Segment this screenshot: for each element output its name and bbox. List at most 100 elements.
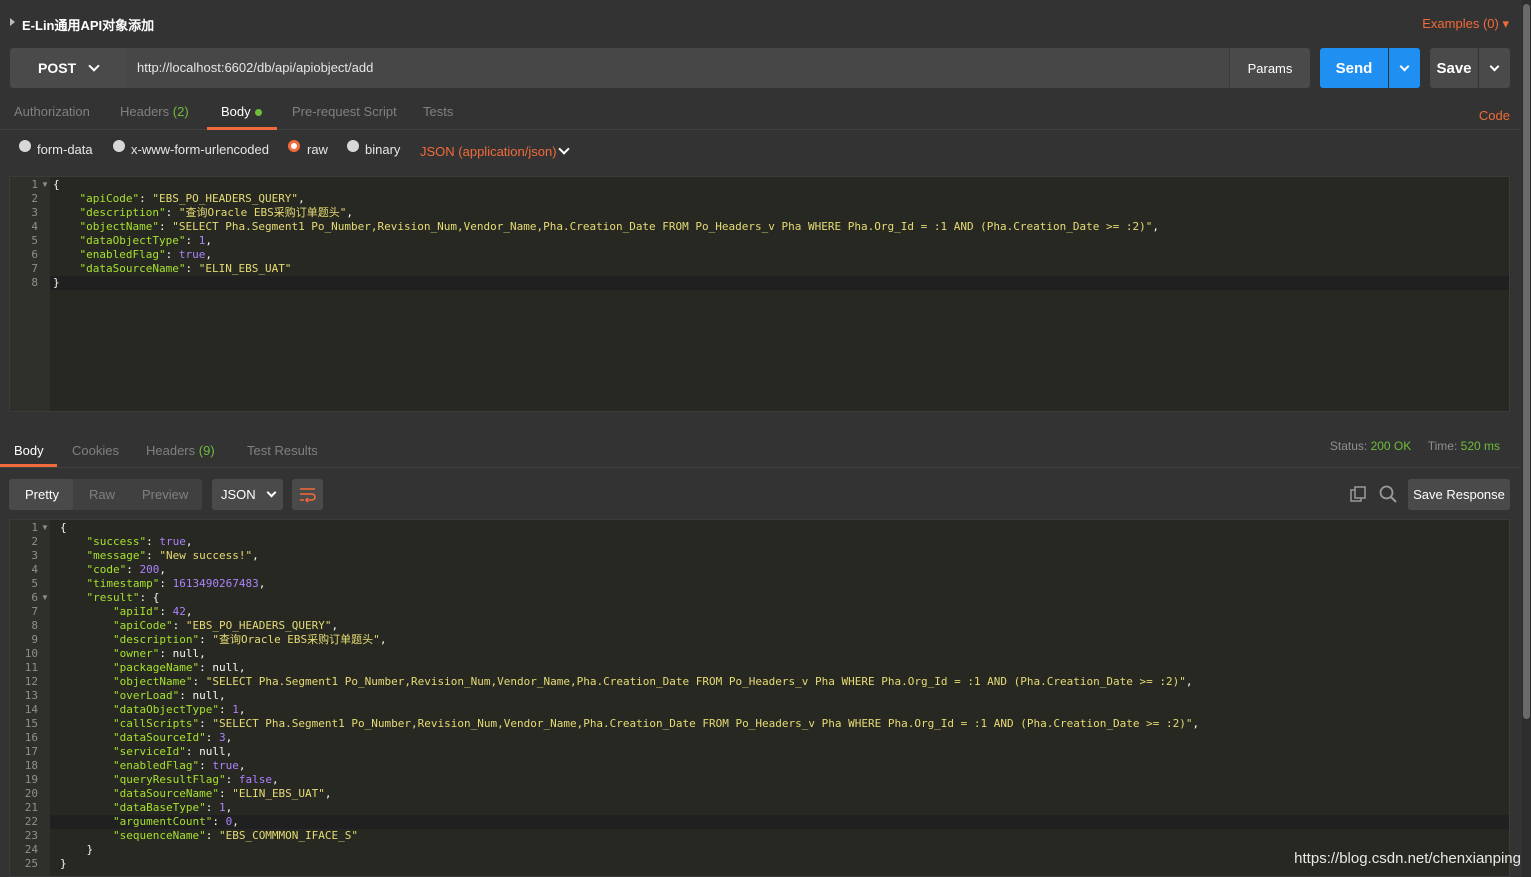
pretty-button[interactable]: Pretty: [25, 479, 59, 510]
expand-caret-icon[interactable]: [10, 18, 15, 26]
code-line: "success": true,: [60, 535, 193, 549]
tab-test-results[interactable]: Test Results: [247, 443, 318, 458]
wrap-lines-button[interactable]: [292, 479, 323, 510]
line-number: 22: [24, 815, 38, 828]
code-token: :: [199, 717, 213, 730]
code-token: ,: [1192, 717, 1200, 730]
code-line: "apiCode": "EBS_PO_HEADERS_QUERY",: [60, 619, 338, 633]
urlencoded-label[interactable]: x-www-form-urlencoded: [131, 142, 269, 157]
scrollbar-thumb[interactable]: [1523, 4, 1530, 719]
save-button[interactable]: Save: [1430, 48, 1478, 88]
code-token: ,: [159, 563, 166, 576]
request-title[interactable]: E-Lin通用API对象添加: [22, 15, 154, 34]
line-number: 2: [31, 192, 38, 205]
code-token: "overLoad": [112, 689, 180, 702]
code-token: ,: [225, 731, 233, 744]
code-token: ,: [185, 535, 193, 548]
line-number: 24: [24, 843, 38, 856]
code-link[interactable]: Code: [1479, 108, 1510, 123]
code-token: :: [126, 563, 140, 576]
content-type-dropdown[interactable]: JSON (application/json): [420, 144, 557, 159]
format-label: JSON: [221, 487, 256, 502]
send-options-button[interactable]: [1389, 48, 1420, 88]
line-number: 6: [31, 248, 38, 261]
code-token: : null,: [179, 689, 226, 702]
method-select[interactable]: POST: [10, 48, 125, 88]
radio-binary[interactable]: [347, 140, 359, 152]
code-line: "apiCode": "EBS_PO_HEADERS_QUERY",: [53, 192, 305, 206]
code-token: true: [178, 248, 206, 261]
url-input[interactable]: [125, 48, 1229, 88]
code-token: :: [205, 801, 219, 814]
tab-response-body[interactable]: Body: [14, 443, 44, 458]
code-token: ,: [258, 577, 266, 590]
line-number: 23: [24, 829, 38, 842]
code-token: :: [199, 633, 213, 646]
code-token: : null,: [159, 647, 206, 660]
search-icon[interactable]: [1378, 484, 1398, 509]
tab-headers-label: Headers: [120, 104, 170, 119]
code-line: "owner": null,: [60, 647, 206, 661]
radio-form-data[interactable]: [19, 140, 31, 152]
examples-dropdown[interactable]: Examples (0) ▾: [1422, 16, 1509, 32]
response-body-viewer[interactable]: 1 ▼{2 "success": true, 3 "message": "New s…: [9, 519, 1510, 877]
raw-label[interactable]: raw: [307, 142, 328, 157]
code-token: :: [212, 815, 226, 828]
fold-caret-icon[interactable]: ▼: [41, 591, 49, 605]
preview-button[interactable]: Preview: [142, 479, 188, 510]
code-token: "SELECT Pha.Segment1 Po_Number,Revision_…: [172, 220, 1153, 233]
tab-cookies[interactable]: Cookies: [72, 443, 119, 458]
code-token: :: [159, 605, 173, 618]
code-token: }: [60, 843, 94, 856]
line-number: 17: [24, 745, 38, 758]
radio-raw[interactable]: [288, 140, 300, 152]
code-token: "sequenceName": [112, 829, 206, 842]
code-token: : null,: [199, 661, 246, 674]
tab-tests[interactable]: Tests: [423, 104, 453, 119]
code-token: "objectName": [79, 220, 159, 233]
code-token: ,: [238, 759, 246, 772]
save-options-button[interactable]: [1479, 48, 1510, 88]
params-button[interactable]: Params: [1229, 48, 1310, 88]
line-number: 1: [31, 178, 38, 191]
fold-caret-icon[interactable]: ▼: [41, 178, 49, 192]
copy-icon[interactable]: [1349, 485, 1367, 508]
tab-body[interactable]: Body: [221, 104, 262, 119]
line-number: 13: [24, 689, 38, 702]
code-line: "timestamp": 1613490267483,: [60, 577, 266, 591]
code-token: "New success!": [159, 549, 253, 562]
fold-caret-icon[interactable]: ▼: [41, 521, 49, 535]
binary-label[interactable]: binary: [365, 142, 400, 157]
line-number: 12: [24, 675, 38, 688]
code-token: ,: [1185, 675, 1193, 688]
code-token: ,: [205, 234, 212, 247]
request-body-editor[interactable]: 1 ▼ {2 "apiCode": "EBS_PO_HEADERS_QUERY", 3…: [9, 176, 1510, 412]
chevron-down-icon[interactable]: [558, 143, 570, 155]
send-button[interactable]: Send: [1320, 48, 1388, 88]
save-response-button[interactable]: Save Response: [1408, 479, 1510, 510]
chevron-down-icon: [1399, 61, 1410, 71]
code-token: "apiCode": [112, 619, 173, 632]
tab-authorization[interactable]: Authorization: [14, 104, 90, 119]
format-dropdown[interactable]: JSON: [212, 479, 283, 510]
code-token: ,: [252, 549, 259, 562]
tab-headers[interactable]: Headers (2): [120, 104, 189, 119]
code-line: "result": {: [60, 591, 160, 605]
body-indicator-dot: [254, 109, 262, 117]
code-token: 1613490267483: [172, 577, 259, 590]
radio-urlencoded[interactable]: [113, 140, 125, 152]
current-line-highlight: [50, 815, 1509, 829]
code-token: "serviceId": [112, 745, 186, 758]
code-token: "dataSourceName": [79, 262, 186, 275]
tab-prerequest-script[interactable]: Pre-request Script: [292, 104, 397, 119]
form-data-label[interactable]: form-data: [37, 142, 93, 157]
tab-response-headers[interactable]: Headers (9): [146, 443, 215, 458]
code-token: true: [159, 535, 186, 548]
code-line: {: [53, 178, 60, 192]
raw-view-button[interactable]: Raw: [89, 479, 115, 510]
